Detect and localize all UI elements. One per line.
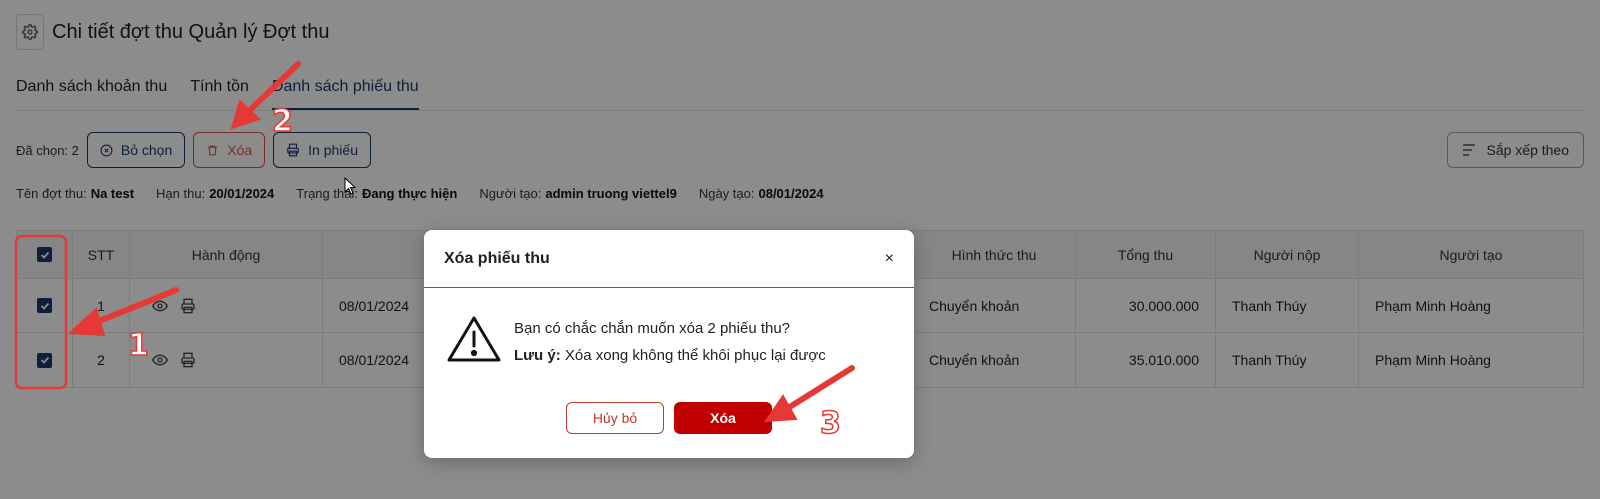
close-icon[interactable]: ×	[885, 250, 894, 268]
dialog-body: Bạn có chắc chắn muốn xóa 2 phiếu thu? L…	[424, 288, 914, 364]
dialog-title: Xóa phiếu thu	[444, 249, 550, 267]
dialog-note: Lưu ý: Xóa xong không thể khôi phục lại …	[514, 347, 826, 364]
dialog-message: Bạn có chắc chắn muốn xóa 2 phiếu thu?	[514, 320, 791, 337]
warning-icon	[447, 316, 501, 362]
mouse-cursor-icon	[344, 177, 356, 195]
dialog-text: Bạn có chắc chắn muốn xóa 2 phiếu thu? L…	[514, 314, 826, 364]
note-label: Lưu ý:	[514, 347, 561, 364]
annotation-step-2: 2	[271, 103, 293, 140]
cancel-button[interactable]: Hủy bỏ	[566, 402, 664, 434]
annotation-step-1: 1	[127, 327, 149, 364]
note-text: Xóa xong không thể khôi phục lại được	[560, 347, 826, 364]
page: Chi tiết đợt thu Quản lý Đợt thu Danh sá…	[0, 0, 1600, 499]
confirm-delete-button[interactable]: Xóa	[674, 402, 772, 434]
dialog-header: Xóa phiếu thu ×	[424, 230, 914, 288]
annotation-step-3: 3	[819, 405, 841, 442]
